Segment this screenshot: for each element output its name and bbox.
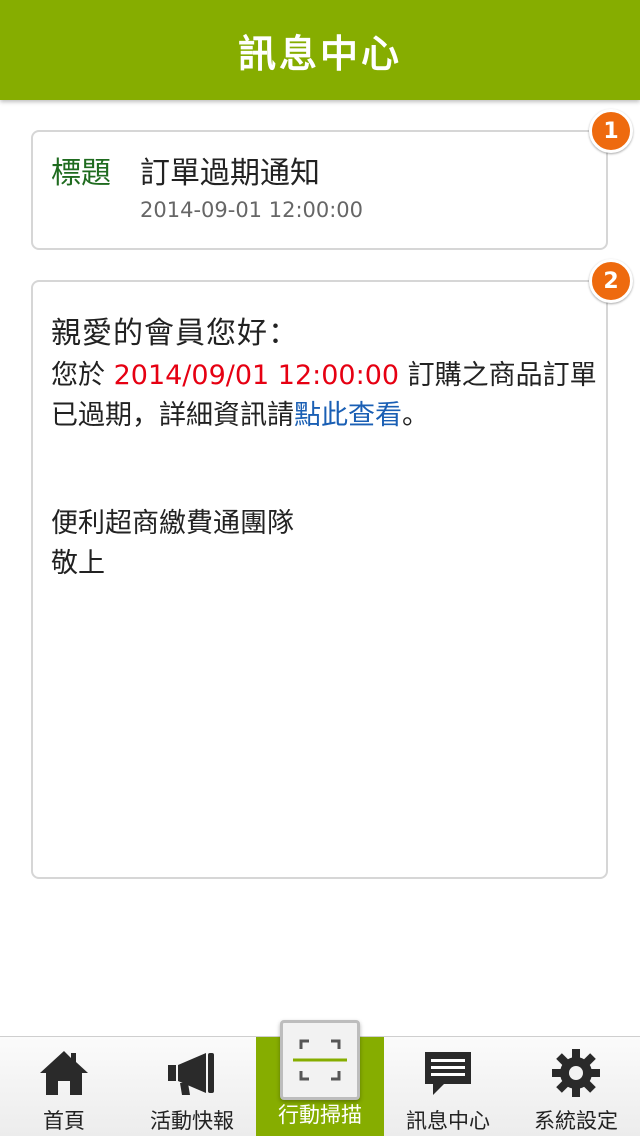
page-title: 訊息中心 [237,31,402,76]
nav-item-home[interactable]: 首頁 [0,1037,128,1136]
message-text-suffix: 。 [402,400,429,431]
message-text-prefix: 您於 [51,360,114,391]
bottom-nav: 首頁 活動快報 行動掃描 訊息中心 系統設定 [0,1020,640,1136]
megaphone-icon [168,1053,214,1095]
message-title-card: 標題 訂單過期通知 2014-09-01 12:00:00 [31,130,608,250]
nav-label-messages: 訊息中心 [406,1109,490,1133]
scan-button[interactable] [280,1020,360,1100]
message-body-card: 親愛的會員您好： 您於 2014/09/01 12:00:00 訂購之商品訂單已… [31,280,608,879]
message-detail-screen: 訊息中心 標題 訂單過期通知 2014-09-01 12:00:00 1 親愛的… [0,0,640,1136]
title-label: 標題 [51,156,111,191]
signature-closing: 敬上 [51,548,105,579]
home-icon [40,1051,88,1095]
app-header: 訊息中心 [0,0,640,100]
message-datetime: 2014-09-01 12:00:00 [140,198,364,222]
nav-label-home: 首頁 [43,1109,85,1133]
scan-icon [293,1039,347,1081]
message-signature: 便利超商繳費通團隊 敬上 [51,504,294,584]
view-details-link[interactable]: 點此查看 [294,400,402,431]
nav-item-scan[interactable]: 行動掃描 [256,1020,384,1136]
nav-item-promotions[interactable]: 活動快報 [128,1037,256,1136]
nav-item-settings[interactable]: 系統設定 [512,1037,640,1136]
signature-team: 便利超商繳費通團隊 [51,508,294,539]
nav-label-settings: 系統設定 [534,1109,618,1133]
nav-label-scan: 行動掃描 [278,1103,362,1127]
message-greeting: 親愛的會員您好： [51,316,299,351]
step-badge-2: 2 [589,259,633,303]
order-date-highlight: 2014/09/01 12:00:00 [113,360,400,391]
nav-item-messages[interactable]: 訊息中心 [384,1037,512,1136]
message-text: 您於 2014/09/01 12:00:00 訂購之商品訂單已過期，詳細資訊請點… [51,356,599,436]
step-badge-1: 1 [589,109,633,153]
gear-icon [552,1049,600,1097]
message-subject: 訂單過期通知 [140,156,320,191]
nav-label-promotions: 活動快報 [150,1109,234,1133]
message-icon [425,1052,471,1095]
